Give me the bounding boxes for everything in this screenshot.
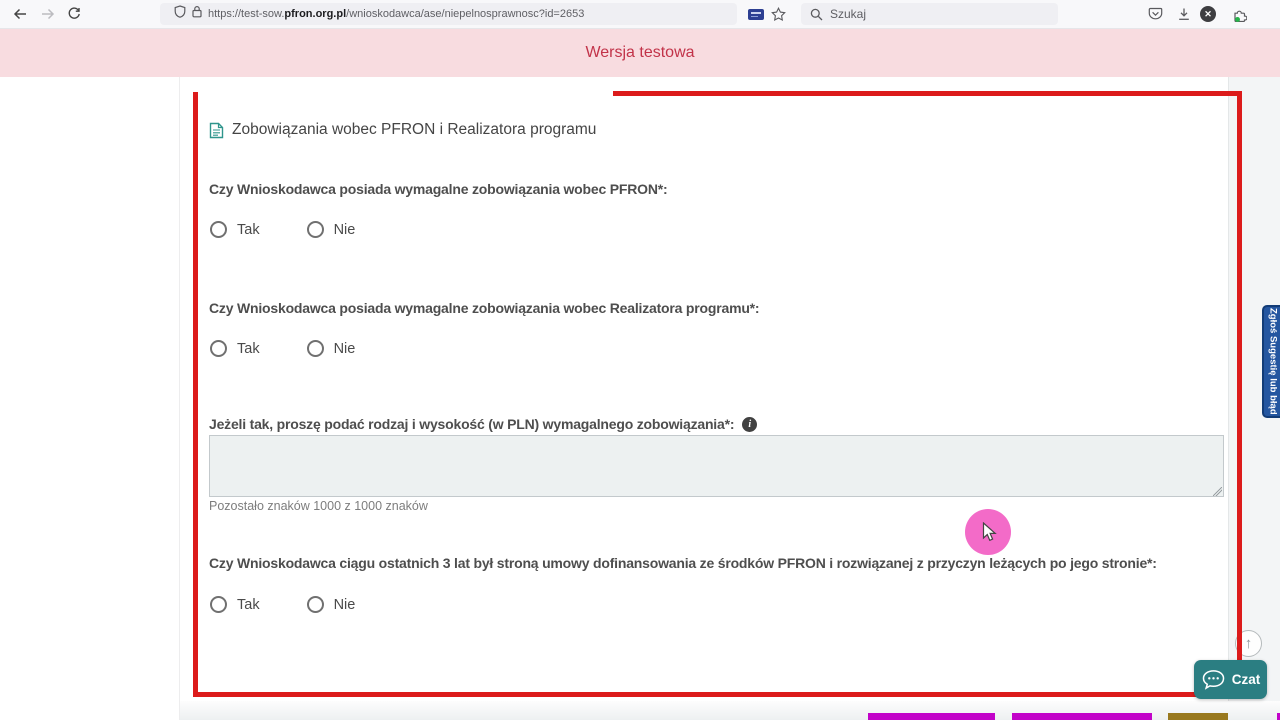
radio-q2-nie-label[interactable]: Nie <box>334 341 356 357</box>
textarea-label-row: Jeżeli tak, proszę podać rodzaj i wysoko… <box>209 416 758 432</box>
radio-q1-nie[interactable] <box>306 221 324 238</box>
radio-q3-tak[interactable] <box>210 596 227 613</box>
question-3-label: Czy Wnioskodawca ciągu ostatnich 3 lat b… <box>209 555 1157 571</box>
report-suggestion-tab[interactable]: Zgłoś Sugestię lub błąd <box>1262 305 1280 418</box>
radio-q3-tak-label[interactable]: Tak <box>237 597 260 613</box>
radio-q2-tak[interactable] <box>210 340 227 357</box>
bookmark-star-icon[interactable] <box>768 5 788 23</box>
textarea-label: Jeżeli tak, proszę podać rodzaj i wysoko… <box>209 416 735 432</box>
radio-q1-tak[interactable] <box>210 221 227 238</box>
arrow-up-icon: ↑ <box>1244 635 1253 652</box>
banner-label: Wersja testowa <box>585 44 695 61</box>
radio-q3-nie-label[interactable]: Nie <box>334 597 356 613</box>
chat-button[interactable]: Czat <box>1194 660 1267 699</box>
highlight-rect-bottom <box>193 692 1242 697</box>
browser-toolbar: https://test-sow.pfron.org.pl/wnioskodaw… <box>0 0 1280 29</box>
partial-button-magenta-1[interactable] <box>868 713 995 720</box>
question-1-options: Tak Nie <box>210 221 392 238</box>
forward-icon[interactable] <box>38 5 58 23</box>
radio-q3-nie[interactable] <box>306 596 324 613</box>
url-bar[interactable]: https://test-sow.pfron.org.pl/wnioskodaw… <box>160 3 737 25</box>
download-icon[interactable] <box>1174 5 1194 23</box>
partial-button-gold[interactable] <box>1168 713 1228 720</box>
cursor-icon <box>982 522 997 542</box>
textarea-resize-grip[interactable] <box>1213 487 1222 496</box>
card-left-edge <box>179 77 180 720</box>
shield-icon[interactable] <box>174 5 186 23</box>
section-header: Zobowiązania wobec PFRON i Realizatora p… <box>209 121 596 139</box>
screen: https://test-sow.pfron.org.pl/wnioskodaw… <box>0 0 1280 720</box>
search-input[interactable]: Szukaj <box>801 3 1058 25</box>
menu-icon[interactable] <box>1252 5 1272 23</box>
puzzle-icon[interactable] <box>1229 5 1249 23</box>
close-circle-icon[interactable]: ✕ <box>1200 6 1216 22</box>
chat-label: Czat <box>1231 672 1261 687</box>
document-icon <box>209 122 224 138</box>
radio-q2-nie[interactable] <box>306 340 324 357</box>
partial-button-magenta-2[interactable] <box>1012 713 1152 720</box>
highlight-rect-top <box>613 91 1242 96</box>
url-text[interactable]: https://test-sow.pfron.org.pl/wnioskodaw… <box>208 8 584 20</box>
notification-dot <box>1235 17 1240 22</box>
form-card <box>180 77 1228 720</box>
question-3-options: Tak Nie <box>210 596 392 613</box>
question-1-label: Czy Wnioskodawca posiada wymagalne zobow… <box>209 181 668 197</box>
back-icon[interactable] <box>10 5 30 23</box>
question-2-label: Czy Wnioskodawca posiada wymagalne zobow… <box>209 300 760 316</box>
highlight-rect-left <box>193 92 198 697</box>
search-placeholder: Szukaj <box>830 7 867 21</box>
report-suggestion-label: Zgłoś Sugestię lub błąd <box>1267 308 1279 415</box>
section-title: Zobowiązania wobec PFRON i Realizatora p… <box>232 121 597 138</box>
radio-q1-tak-label[interactable]: Tak <box>237 222 260 238</box>
highlight-rect-right <box>1237 91 1242 697</box>
radio-q2-tak-label[interactable]: Tak <box>237 341 260 357</box>
reload-icon[interactable] <box>64 5 84 23</box>
info-icon[interactable]: i <box>742 416 758 432</box>
radio-q1-nie-label[interactable]: Nie <box>334 222 356 238</box>
obligation-textarea[interactable] <box>209 435 1224 497</box>
question-2-options: Tak Nie <box>210 340 392 357</box>
lock-icon[interactable] <box>192 5 202 23</box>
pocket-icon[interactable] <box>1145 5 1165 23</box>
search-icon <box>810 8 823 21</box>
extension-badge-icon[interactable] <box>748 9 764 20</box>
chat-bubble-icon <box>1202 670 1225 690</box>
test-version-banner: Wersja testowa <box>0 29 1280 77</box>
char-counter: Pozostało znaków 1000 z 1000 znaków <box>209 499 428 513</box>
